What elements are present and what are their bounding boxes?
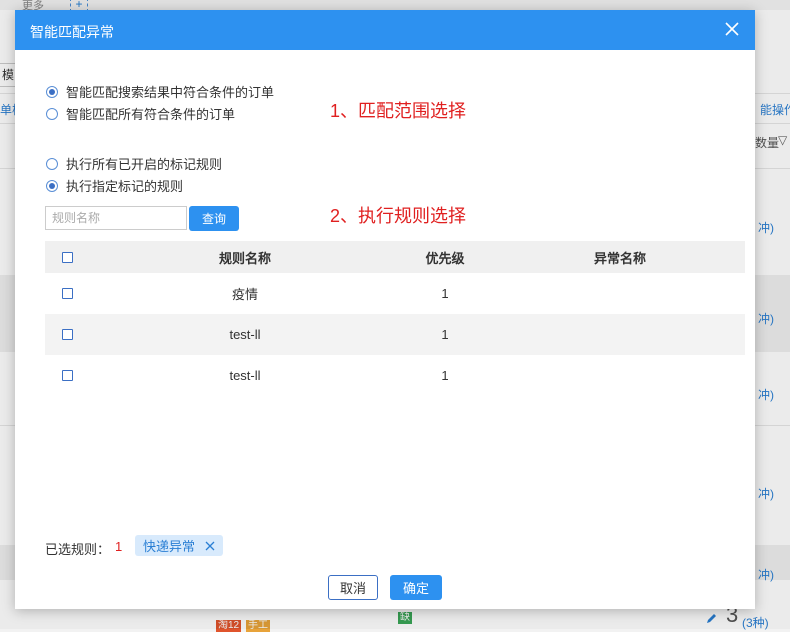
rule-annotation: 2、执行规则选择 bbox=[330, 206, 467, 226]
table-row[interactable]: test-ll 1 bbox=[45, 355, 745, 396]
remove-tag-icon[interactable] bbox=[205, 541, 215, 551]
radio-button[interactable] bbox=[46, 85, 58, 98]
rule-option-specified[interactable]: 执行指定标记的规则 bbox=[46, 176, 183, 195]
table-header-row: 规则名称 优先级 异常名称 bbox=[45, 241, 745, 273]
rule-name-cell: 疫情 bbox=[231, 287, 258, 302]
rules-table: 规则名称 优先级 异常名称 疫情 1 test-ll 1 test-ll 1 bbox=[45, 241, 745, 396]
radio-label: 智能匹配搜索结果中符合条件的订单 bbox=[66, 85, 275, 100]
query-button[interactable]: 查询 bbox=[189, 206, 239, 231]
selected-rules-label: 已选规则： bbox=[45, 542, 111, 557]
scope-annotation: 1、匹配范围选择 bbox=[330, 101, 467, 121]
table-row[interactable]: 疫情 1 bbox=[45, 273, 745, 314]
scope-option-search-results[interactable]: 智能匹配搜索结果中符合条件的订单 bbox=[46, 82, 274, 101]
selected-rules-count: 1 bbox=[115, 539, 123, 554]
select-all-checkbox[interactable] bbox=[62, 251, 73, 263]
dialog-title: 智能匹配异常 bbox=[30, 24, 114, 40]
radio-button[interactable] bbox=[46, 107, 58, 120]
dialog-header: 智能匹配异常 bbox=[15, 10, 755, 50]
rule-name-search-input[interactable] bbox=[45, 206, 187, 230]
smart-match-dialog: 智能匹配异常 智能匹配搜索结果中符合条件的订单 智能匹配所有符合条件的订单 1、… bbox=[15, 10, 755, 609]
rule-name-cell: test-ll bbox=[229, 368, 261, 383]
selected-rule-tag: 快递异常 bbox=[135, 535, 224, 556]
cancel-button[interactable]: 取消 bbox=[328, 575, 378, 600]
rule-option-all-enabled[interactable]: 执行所有已开启的标记规则 bbox=[46, 154, 222, 173]
header-priority: 优先级 bbox=[425, 250, 465, 266]
row-checkbox[interactable] bbox=[62, 288, 73, 299]
radio-label: 执行所有已开启的标记规则 bbox=[66, 157, 223, 172]
row-checkbox[interactable] bbox=[62, 370, 73, 381]
table-row[interactable]: test-ll 1 bbox=[45, 314, 745, 355]
priority-cell: 1 bbox=[441, 327, 449, 342]
confirm-button[interactable]: 确定 bbox=[390, 575, 442, 600]
header-rule-name: 规则名称 bbox=[218, 250, 271, 266]
header-abnormal-name: 异常名称 bbox=[593, 250, 646, 266]
row-checkbox[interactable] bbox=[62, 329, 73, 340]
radio-button[interactable] bbox=[46, 179, 58, 192]
close-icon[interactable] bbox=[723, 20, 741, 38]
tag-label: 快递异常 bbox=[143, 539, 196, 554]
radio-button[interactable] bbox=[46, 157, 58, 170]
radio-label: 执行指定标记的规则 bbox=[66, 179, 184, 194]
radio-label: 智能匹配所有符合条件的订单 bbox=[66, 107, 236, 122]
rule-name-cell: test-ll bbox=[229, 327, 261, 342]
priority-cell: 1 bbox=[441, 368, 449, 383]
scope-option-all-orders[interactable]: 智能匹配所有符合条件的订单 bbox=[46, 104, 235, 123]
priority-cell: 1 bbox=[441, 286, 449, 301]
